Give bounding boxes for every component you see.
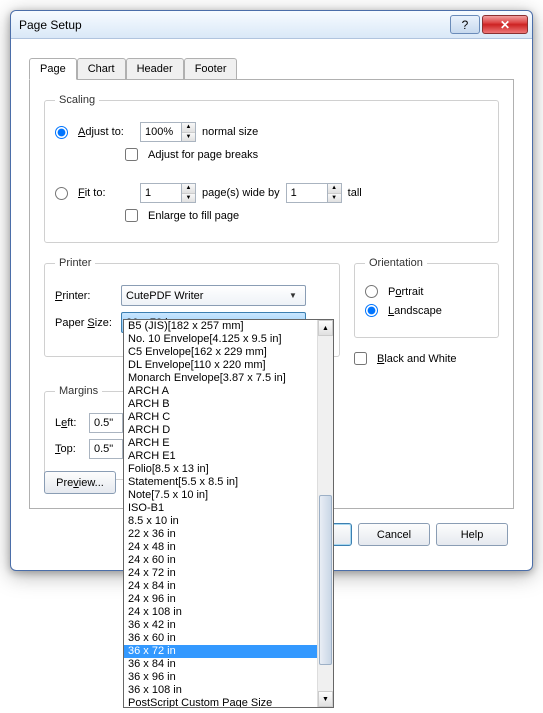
preview-button[interactable]: Preview... [44,471,116,494]
dropdown-scrollbar[interactable]: ▲ ▼ [317,320,333,707]
scroll-up-button[interactable]: ▲ [318,320,333,336]
printer-value: CutePDF Writer [126,290,203,302]
landscape-label[interactable]: Landscape [388,305,442,317]
printer-label: Printer: [55,290,115,302]
top-margin-label: Top: [55,443,83,455]
dropdown-item[interactable]: ARCH A [124,385,317,398]
close-icon: ✕ [500,18,510,32]
top-margin-input[interactable] [90,441,122,457]
orientation-group: Orientation Portrait Landscape [354,257,499,338]
dropdown-item[interactable]: No. 10 Envelope[4.125 x 9.5 in] [124,333,317,346]
dropdown-item[interactable]: ISO-B1 [124,502,317,515]
fit-to-radio[interactable] [55,187,68,200]
printer-combobox[interactable]: CutePDF Writer ▼ [121,285,306,306]
titlebar: Page Setup ? ✕ [11,11,532,39]
dropdown-item[interactable]: C5 Envelope[162 x 229 mm] [124,346,317,359]
spinner-down-icon[interactable]: ▼ [182,133,195,142]
scrollbar-thumb[interactable] [319,495,332,665]
fit-to-label[interactable]: Fit to: [78,187,134,199]
dropdown-item[interactable]: 36 x 60 in [124,632,317,645]
adjust-page-breaks-label[interactable]: Adjust for page breaks [148,149,258,161]
dropdown-item[interactable]: 22 x 36 in [124,528,317,541]
tab-page[interactable]: Page [29,58,77,80]
dropdown-item[interactable]: PostScript Custom Page Size [124,697,317,707]
help-button[interactable]: Help [436,523,508,546]
black-white-label[interactable]: Black and White [377,353,457,365]
fit-tall-after-label: tall [348,187,362,199]
chevron-down-icon: ▼ [285,288,301,303]
dropdown-item[interactable]: Note[7.5 x 10 in] [124,489,317,502]
dropdown-item[interactable]: ARCH E [124,437,317,450]
dropdown-item[interactable]: 24 x 60 in [124,554,317,567]
portrait-radio[interactable] [365,285,378,298]
portrait-label[interactable]: Portrait [388,286,423,298]
help-titlebar-button[interactable]: ? [450,15,480,34]
landscape-radio[interactable] [365,304,378,317]
dropdown-item[interactable]: 36 x 108 in [124,684,317,697]
fit-wide-input[interactable] [141,185,181,201]
dropdown-item[interactable]: Folio[8.5 x 13 in] [124,463,317,476]
dropdown-item[interactable]: DL Envelope[110 x 220 mm] [124,359,317,372]
window-title: Page Setup [19,18,448,32]
orientation-legend: Orientation [365,257,427,269]
dropdown-item[interactable]: Monarch Envelope[3.87 x 7.5 in] [124,372,317,385]
printer-legend: Printer [55,257,95,269]
tab-strip: Page Chart Header Footer [29,57,514,80]
spinner-down-icon[interactable]: ▼ [328,194,341,203]
scroll-down-button[interactable]: ▼ [318,691,333,707]
dropdown-item[interactable]: 24 x 84 in [124,580,317,593]
close-button[interactable]: ✕ [482,15,528,34]
paper-size-dropdown[interactable]: B5 (JIS)[182 x 257 mm]No. 10 Envelope[4.… [123,319,334,708]
dropdown-item[interactable]: 36 x 72 in [124,645,317,658]
dropdown-item[interactable]: 24 x 48 in [124,541,317,554]
black-white-checkbox[interactable] [354,352,367,365]
left-margin-label: Left: [55,417,83,429]
adjust-percent-input[interactable] [141,124,181,140]
tab-chart[interactable]: Chart [77,58,126,80]
spinner-up-icon[interactable]: ▲ [182,123,195,133]
margins-legend: Margins [55,385,102,397]
left-margin-input[interactable] [90,415,122,431]
fit-wide-spinner[interactable]: ▲▼ [140,183,196,203]
spinner-down-icon[interactable]: ▼ [182,194,195,203]
dropdown-item[interactable]: Statement[5.5 x 8.5 in] [124,476,317,489]
dropdown-item[interactable]: 8.5 x 10 in [124,515,317,528]
dropdown-item[interactable]: B5 (JIS)[182 x 257 mm] [124,320,317,333]
dropdown-item[interactable]: ARCH D [124,424,317,437]
adjust-to-radio[interactable] [55,126,68,139]
dropdown-item[interactable]: 24 x 108 in [124,606,317,619]
adjust-page-breaks-checkbox[interactable] [125,148,138,161]
fit-tall-spinner[interactable]: ▲▼ [286,183,342,203]
dropdown-item[interactable]: 24 x 96 in [124,593,317,606]
spinner-up-icon[interactable]: ▲ [182,184,195,194]
adjust-to-label[interactable]: Adjust to: [78,126,134,138]
tab-footer[interactable]: Footer [184,58,238,80]
cancel-button[interactable]: Cancel [358,523,430,546]
scaling-legend: Scaling [55,94,99,106]
dropdown-item[interactable]: 36 x 96 in [124,671,317,684]
enlarge-checkbox[interactable] [125,209,138,222]
tab-header[interactable]: Header [126,58,184,80]
fit-mid-label: page(s) wide by [202,187,280,199]
adjust-percent-spinner[interactable]: ▲▼ [140,122,196,142]
paper-size-label: Paper Size: [55,317,115,329]
spinner-up-icon[interactable]: ▲ [328,184,341,194]
enlarge-label[interactable]: Enlarge to fill page [148,210,239,222]
dropdown-item[interactable]: 24 x 72 in [124,567,317,580]
adjust-after-label: normal size [202,126,258,138]
dropdown-item[interactable]: 36 x 84 in [124,658,317,671]
dropdown-item[interactable]: 36 x 42 in [124,619,317,632]
scaling-group: Scaling Adjust to: ▲▼ normal size Adjust… [44,94,499,243]
dropdown-item[interactable]: ARCH C [124,411,317,424]
dropdown-item[interactable]: ARCH E1 [124,450,317,463]
fit-tall-input[interactable] [287,185,327,201]
dropdown-item[interactable]: ARCH B [124,398,317,411]
help-icon: ? [462,18,469,32]
